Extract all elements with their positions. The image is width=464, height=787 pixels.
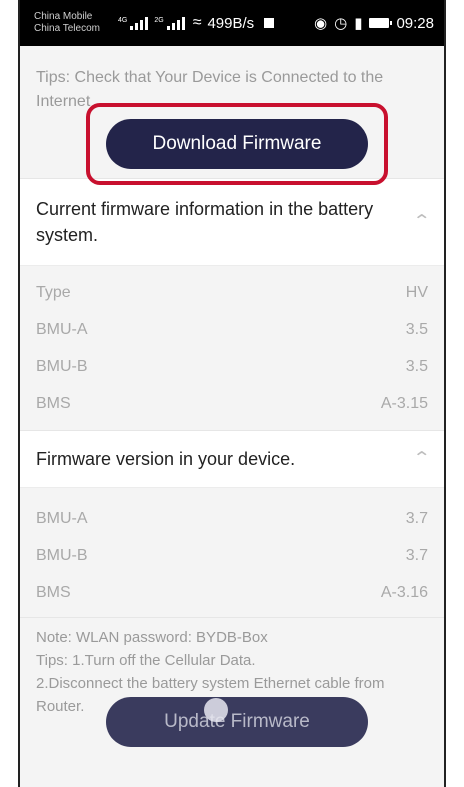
alarm-icon: ◷ [334,15,348,32]
notification-icon [264,18,275,28]
touch-indicator [204,698,228,722]
chevron-up-icon[interactable]: ⌃ [412,446,431,472]
chevron-up-icon[interactable]: ⌃ [412,209,431,235]
battery-firmware-header[interactable]: Current firmware information in the batt… [20,179,444,266]
download-firmware-button[interactable]: Download Firmware [106,119,368,169]
carrier-2: China Telecom [34,23,100,34]
device-firmware-section: Firmware version in your device. ⌃ BMU-A… [20,430,444,617]
eye-icon: ◉ [314,15,328,32]
wlan-note: Note: WLAN password: BYDB-Box [36,629,268,646]
battery-firmware-title: Current firmware information in the batt… [36,199,374,245]
clock: 09:28 [396,14,434,32]
list-item: BMS A-3.16 [36,583,428,601]
signal-icon-2: 2G [154,16,185,30]
device-firmware-header[interactable]: Firmware version in your device. ⌃ [20,431,444,488]
firmware-page: Tips: Check that Your Device is Connecte… [20,46,444,787]
cellular-tip: Tips: 1.Turn off the Cellular Data. [36,652,256,669]
signal-icon: 4G [118,16,149,30]
network-speed: 499B/s [207,14,255,32]
vibrate-icon: ▮ [354,15,363,32]
update-firmware-button[interactable]: Update Firmware [106,697,368,747]
carrier-names: China Mobile China Telecom [34,11,118,35]
list-item: Type HV [36,283,428,301]
list-item: BMU-A 3.5 [36,320,428,338]
status-bar: China Mobile China Telecom 4G 2G ≈ 499B/… [20,0,444,46]
list-item: BMS A-3.15 [36,394,428,412]
list-item: BMU-A 3.7 [36,509,428,527]
battery-icon [369,18,393,28]
wifi-icon: ≈ [192,14,202,31]
phone-frame: China Mobile China Telecom 4G 2G ≈ 499B/… [18,0,446,787]
list-item: BMU-B 3.7 [36,546,428,564]
list-item: BMU-B 3.5 [36,357,428,375]
carrier-1: China Mobile [34,11,93,22]
battery-firmware-section: Current firmware information in the batt… [20,178,444,430]
download-highlight: Download Firmware [86,103,388,185]
device-firmware-title: Firmware version in your device. [36,449,296,469]
